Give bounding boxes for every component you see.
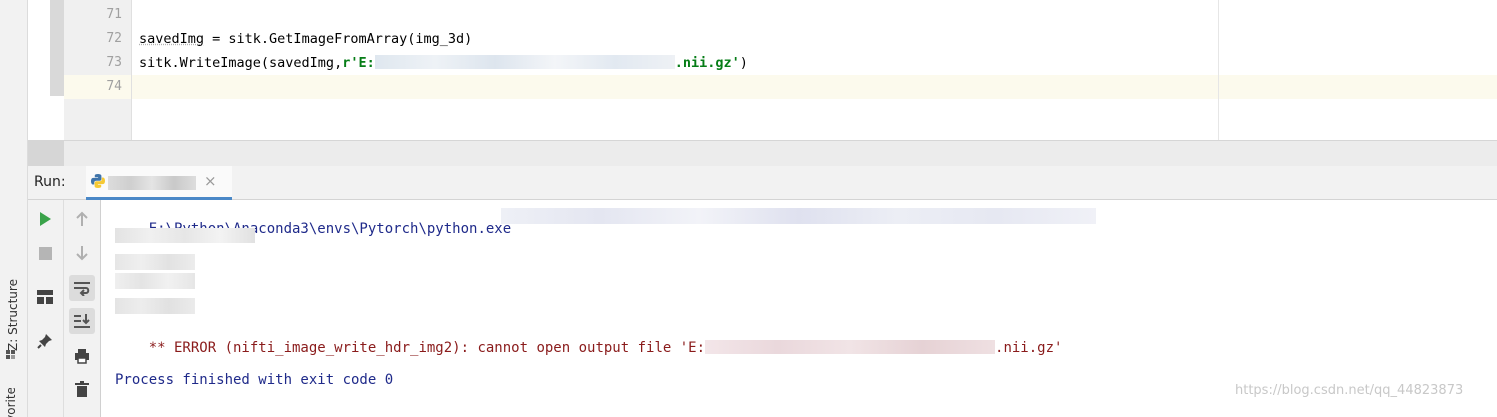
play-icon [40,212,51,226]
scroll-to-end-button[interactable] [69,308,95,334]
current-line-highlight[interactable] [132,75,1497,99]
soft-wrap-button[interactable] [69,275,95,301]
editor-horizontal-scrollbar[interactable] [28,140,1497,166]
string-literal-end: .nii.gz' [674,55,740,71]
pin-tab-button[interactable] [32,328,58,354]
console-exit-line: Process finished with exit code 0 [115,372,394,388]
watermark-text: https://blog.csdn.net/qq_44823873 [1235,383,1464,398]
right-margin-guide [1218,0,1219,140]
line-number: 72 [106,31,122,46]
code-text: = sitk.GetImageFromArray(img_3d) [204,31,473,47]
console-error-line: ** ERROR (nifti_image_write_hdr_img2): c… [115,324,1062,372]
scroll-to-end-icon [74,314,90,328]
favorites-tool-tab[interactable]: Favorites [3,388,23,417]
string-literal-start: r'E: [342,55,375,71]
stop-icon [38,246,52,260]
scrollbar-corner [28,141,64,166]
current-line-gutter-highlight: 74 [64,75,131,99]
run-label: Run: [34,174,66,190]
run-config-tab[interactable]: × [86,166,232,200]
redacted-script-path [501,208,1096,224]
line-number: 71 [106,7,122,22]
python-icon [91,174,105,188]
rerun-button[interactable] [32,206,58,232]
previous-occurrence-button[interactable] [69,206,95,232]
redacted-output-path [705,340,996,354]
left-tool-strip: Z: Structure Favorites [0,0,28,417]
variable-saved-img: savedImg [139,31,205,47]
redacted-run-config-name [108,176,196,190]
clear-all-button[interactable] [69,376,95,402]
code-text: ) [739,55,748,71]
close-tab-icon[interactable]: × [204,172,217,190]
layout-icon [37,290,53,304]
code-editor[interactable]: 71 72 73 74 savedImg = sitk.GetImageFrom… [28,0,1497,140]
line-number: 73 [106,55,122,70]
code-line-72[interactable]: savedImg = sitk.GetImageFromArray(img_3d… [139,31,472,47]
arrow-up-icon [76,211,88,226]
code-text: sitk.WriteImage(savedImg, [139,55,343,71]
structure-icon [6,350,15,359]
code-line-73[interactable]: sitk.WriteImage(savedImg,r'E: .nii.gz') [139,55,748,71]
trash-icon [75,381,89,397]
favorites-tab-label: Favorites [4,388,18,417]
structure-tab-label: Z: Structure [6,279,20,351]
line-number-gutter: 71 72 73 [64,0,132,140]
error-message-start: ** ERROR (nifti_image_write_hdr_img2): c… [148,340,706,356]
bookmark-strip [50,0,64,96]
redacted-path [374,55,675,69]
redacted-output [115,228,255,243]
run-toolbar-primary [28,200,64,417]
stop-button[interactable] [32,240,58,266]
pin-icon [37,334,52,349]
error-message-end: .nii.gz' [995,340,1063,356]
run-tool-window-header: Run: × [28,166,1497,200]
soft-wrap-icon [74,282,90,296]
arrow-down-icon [76,246,88,261]
redacted-output [115,298,195,314]
line-number: 74 [106,79,122,94]
restore-layout-button[interactable] [32,284,58,310]
next-occurrence-button[interactable] [69,240,95,266]
run-toolbar-secondary [64,200,101,417]
print-button[interactable] [69,343,95,369]
print-icon [75,349,89,364]
redacted-output [115,273,195,289]
redacted-output [115,254,195,270]
